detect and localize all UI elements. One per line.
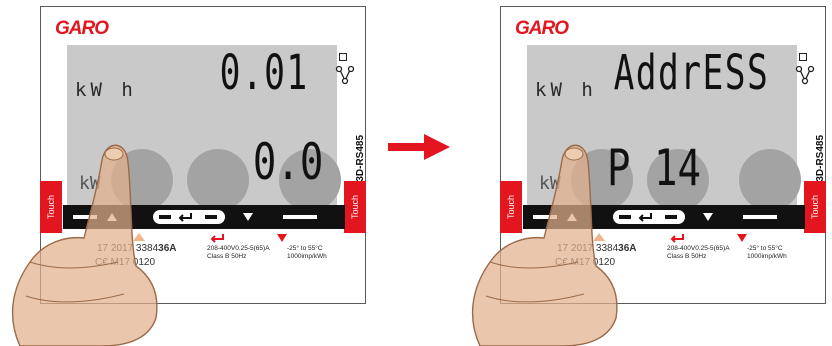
triangle-down-marker xyxy=(277,234,287,242)
energy-meter: GARO kW h AddrESS kW P 14 GNM3D-RS485 To… xyxy=(500,6,826,304)
main-display: AddrESS xyxy=(613,45,769,101)
dash-icon xyxy=(283,215,317,219)
triangle-down-icon xyxy=(703,213,713,221)
meter-panel-after: GARO kW h AddrESS kW P 14 GNM3D-RS485 To… xyxy=(460,0,832,346)
button-bar xyxy=(523,205,805,229)
triangle-up-marker xyxy=(133,233,145,241)
sub-display: 0.0 xyxy=(252,133,323,191)
garo-logo: GARO xyxy=(515,18,569,39)
serial-label: 17 2017 338436A xyxy=(97,243,177,254)
small-unit-label: kW xyxy=(539,173,561,194)
touch-label-left: Touch xyxy=(500,181,522,233)
electrical-specs: 208-400V0.25-5(65)A Class B 50Hz xyxy=(667,245,730,261)
lcd-screen: kW h 0.01 kW 0.0 GNM3D-RS485 xyxy=(67,45,366,211)
electrical-specs: 208-400V0.25-5(65)A Class B 50Hz xyxy=(207,245,270,261)
main-display: 0.01 xyxy=(220,45,309,101)
network-icon xyxy=(335,65,355,85)
dash-icon xyxy=(743,215,777,219)
mid-code: C€ M17 0120 xyxy=(95,257,156,268)
triangle-up-marker xyxy=(593,233,605,241)
garo-logo: GARO xyxy=(55,18,109,39)
dash-icon xyxy=(73,215,97,219)
meter-panel-before: GARO kW h 0.01 kW 0.0 GNM3D-RS485 Touch … xyxy=(0,0,372,346)
touch-label-left: Touch xyxy=(40,181,62,233)
square-icon xyxy=(339,53,347,61)
unit-label: kW h xyxy=(535,79,597,101)
temp-specs: -25° to 55°C 1000imp/kWh xyxy=(747,245,787,261)
enter-marker xyxy=(670,234,684,243)
touch-circle-right[interactable] xyxy=(739,149,801,211)
lcd-screen: kW h AddrESS kW P 14 GNM3D-RS485 xyxy=(527,45,826,211)
sub-display: P 14 xyxy=(607,139,701,197)
button-bar xyxy=(63,205,345,229)
touch-text: Touch xyxy=(810,194,820,220)
triangle-up-icon xyxy=(567,213,577,221)
touch-label-right: Touch xyxy=(344,181,366,233)
triangle-down-marker xyxy=(737,234,747,242)
temp-specs: -25° to 55°C 1000imp/kWh xyxy=(287,245,327,261)
network-icon xyxy=(795,65,815,85)
triangle-down-icon xyxy=(243,213,253,221)
energy-meter: GARO kW h 0.01 kW 0.0 GNM3D-RS485 Touch … xyxy=(40,6,366,304)
dash-icon xyxy=(533,215,557,219)
arrow-right-icon xyxy=(388,134,450,160)
touch-text: Touch xyxy=(46,194,56,220)
touch-text: Touch xyxy=(506,194,516,220)
square-icon xyxy=(799,53,807,61)
unit-label: kW h xyxy=(75,79,137,101)
touch-circle-middle[interactable] xyxy=(187,149,249,211)
touch-label-right: Touch xyxy=(804,181,826,233)
mid-code: C€ M17 0120 xyxy=(555,257,616,268)
enter-marker xyxy=(210,234,224,243)
touch-text: Touch xyxy=(350,194,360,220)
serial-label: 17 2017 338436A xyxy=(557,243,637,254)
triangle-up-icon xyxy=(107,213,117,221)
touch-circle-left[interactable] xyxy=(111,149,173,211)
small-unit-label: kW xyxy=(79,173,101,194)
